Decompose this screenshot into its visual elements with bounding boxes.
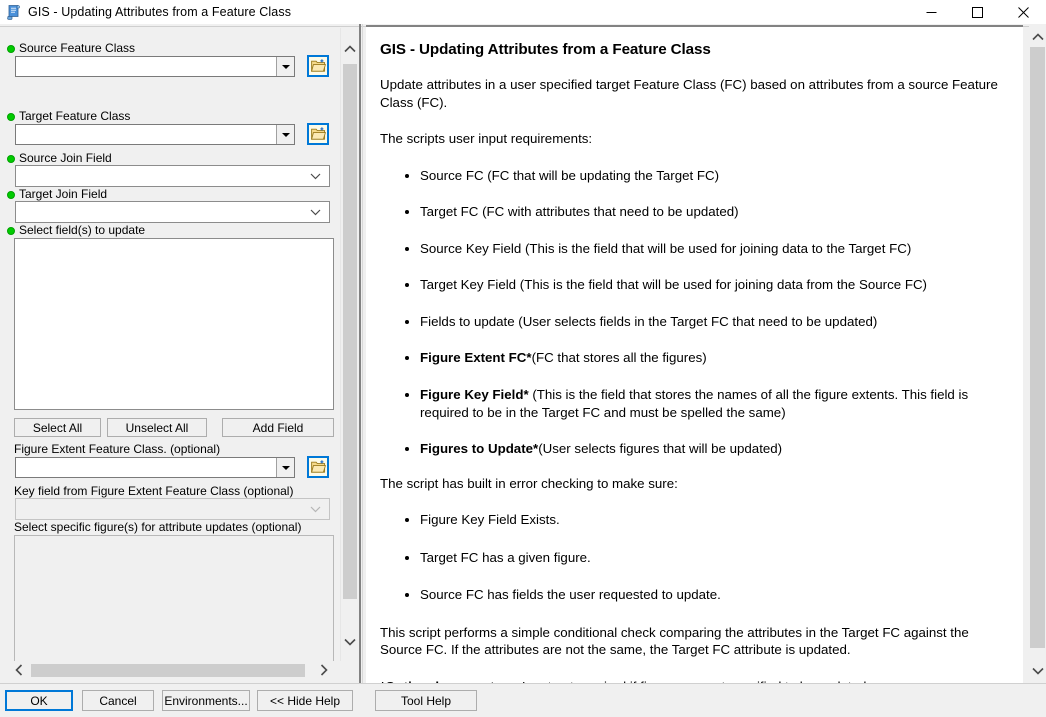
- help-error-heading: The script has built in error checking t…: [380, 475, 678, 491]
- maximize-icon[interactable]: [954, 0, 1000, 24]
- help-summary: This script performs a simple conditiona…: [380, 624, 969, 658]
- scrollbar-thumb[interactable]: [343, 64, 357, 599]
- chevron-down-icon: [310, 506, 321, 513]
- label-figure-extent-feature-class: Figure Extent Feature Class. (optional): [14, 442, 221, 456]
- select-all-button[interactable]: Select All: [14, 418, 101, 437]
- required-dot-icon: [7, 45, 15, 53]
- list-item: Figure Key Field* (This is the field tha…: [405, 386, 1009, 421]
- help-error-checks-list: Figure Key Field Exists. Target FC has a…: [380, 511, 1009, 604]
- panel-splitter-highlight: [362, 24, 363, 683]
- panel-splitter[interactable]: [359, 24, 361, 683]
- scroll-up-icon[interactable]: [341, 40, 358, 58]
- source-feature-class-combo[interactable]: [15, 56, 295, 77]
- help-requirements-list: Source FC (FC that will be updating the …: [380, 167, 1009, 458]
- target-feature-class-combo[interactable]: [15, 124, 295, 145]
- label-key-field-from-figure-extent: Key field from Figure Extent Feature Cla…: [14, 484, 294, 498]
- required-dot-icon: [7, 113, 15, 121]
- source-feature-class-browse-button[interactable]: [307, 55, 329, 77]
- label-source-join-field: Source Join Field: [4, 151, 112, 166]
- required-dot-icon: [7, 227, 15, 235]
- window-title: GIS - Updating Attributes from a Feature…: [28, 5, 292, 19]
- hide-help-button[interactable]: << Hide Help: [257, 690, 353, 711]
- label-select-fields-to-update: Select field(s) to update: [4, 223, 145, 238]
- parameters-vertical-scrollbar[interactable]: [340, 28, 358, 661]
- list-item: Source Key Field (This is the field that…: [405, 240, 1009, 258]
- cancel-button[interactable]: Cancel: [82, 690, 154, 711]
- help-title: GIS - Updating Attributes from a Feature…: [380, 41, 711, 58]
- window-controls: [908, 0, 1046, 24]
- chevron-down-icon[interactable]: [310, 209, 321, 216]
- list-item: Target Key Field (This is the field that…: [405, 276, 1009, 294]
- list-item: Target FC (FC with attributes that need …: [405, 203, 1009, 221]
- ok-button[interactable]: OK: [5, 690, 73, 711]
- list-item: Source FC has fields the user requested …: [405, 586, 1009, 604]
- source-join-field-combo[interactable]: [15, 165, 330, 187]
- scrollbar-thumb[interactable]: [1030, 47, 1045, 648]
- scroll-down-icon[interactable]: [341, 633, 358, 651]
- list-item: Figure Extent FC*(FC that stores all the…: [405, 349, 1009, 367]
- label-source-feature-class: Source Feature Class: [4, 41, 135, 56]
- select-specific-figures-listbox[interactable]: [14, 535, 334, 679]
- parameters-horizontal-scrollbar[interactable]: [6, 661, 336, 679]
- help-panel: GIS - Updating Attributes from a Feature…: [366, 25, 1023, 683]
- unselect-all-button[interactable]: Unselect All: [107, 418, 207, 437]
- chevron-down-icon[interactable]: [276, 125, 294, 144]
- help-requirements-heading: The scripts user input requirements:: [380, 131, 593, 147]
- figure-extent-browse-button[interactable]: [307, 456, 329, 478]
- script-tool-icon: [4, 3, 24, 21]
- required-dot-icon: [7, 191, 15, 199]
- help-vertical-scrollbar[interactable]: [1029, 25, 1046, 683]
- target-feature-class-input[interactable]: [16, 125, 276, 144]
- list-item: Figures to Update*(User selects figures …: [405, 440, 1009, 458]
- minimize-icon[interactable]: [908, 0, 954, 24]
- figure-extent-feature-class-combo[interactable]: [15, 457, 295, 478]
- source-feature-class-input[interactable]: [16, 57, 276, 76]
- select-fields-to-update-listbox[interactable]: [14, 238, 334, 410]
- close-icon[interactable]: [1000, 0, 1046, 24]
- tool-dialog-window: GIS - Updating Attributes from a Feature…: [0, 0, 1046, 717]
- required-dot-icon: [7, 155, 15, 163]
- tool-help-button[interactable]: Tool Help: [375, 690, 477, 711]
- list-item: Fields to update (User selects fields in…: [405, 313, 1009, 331]
- parameters-list: Source Feature Class Target Feature Clas…: [0, 28, 336, 679]
- dialog-footer: OK Cancel Environments... << Hide Help T…: [0, 684, 1046, 717]
- target-feature-class-browse-button[interactable]: [307, 123, 329, 145]
- add-field-button[interactable]: Add Field: [222, 418, 334, 437]
- title-bar: GIS - Updating Attributes from a Feature…: [0, 0, 1046, 24]
- environments-button[interactable]: Environments...: [162, 690, 250, 711]
- scrollbar-thumb[interactable]: [31, 664, 305, 677]
- label-select-specific-figures: Select specific figure(s) for attribute …: [14, 520, 302, 534]
- target-join-field-combo[interactable]: [15, 201, 330, 223]
- chevron-down-icon[interactable]: [276, 458, 294, 477]
- label-target-join-field: Target Join Field: [4, 187, 107, 202]
- parameters-panel: Source Feature Class Target Feature Clas…: [0, 28, 364, 683]
- label-target-feature-class: Target Feature Class: [4, 109, 130, 124]
- scroll-left-icon[interactable]: [10, 661, 27, 679]
- figure-extent-feature-class-input[interactable]: [16, 458, 276, 477]
- scroll-down-icon[interactable]: [1029, 662, 1046, 680]
- help-intro: Update attributes in a user specified ta…: [380, 77, 998, 110]
- list-item: Figure Key Field Exists.: [405, 511, 1009, 529]
- list-item: Source FC (FC that will be updating the …: [405, 167, 1009, 185]
- scroll-up-icon[interactable]: [1029, 28, 1046, 46]
- key-field-from-figure-extent-combo[interactable]: [15, 498, 330, 520]
- list-item: Target FC has a given figure.: [405, 549, 1009, 567]
- scroll-right-icon[interactable]: [315, 661, 332, 679]
- chevron-down-icon[interactable]: [276, 57, 294, 76]
- chevron-down-icon[interactable]: [310, 173, 321, 180]
